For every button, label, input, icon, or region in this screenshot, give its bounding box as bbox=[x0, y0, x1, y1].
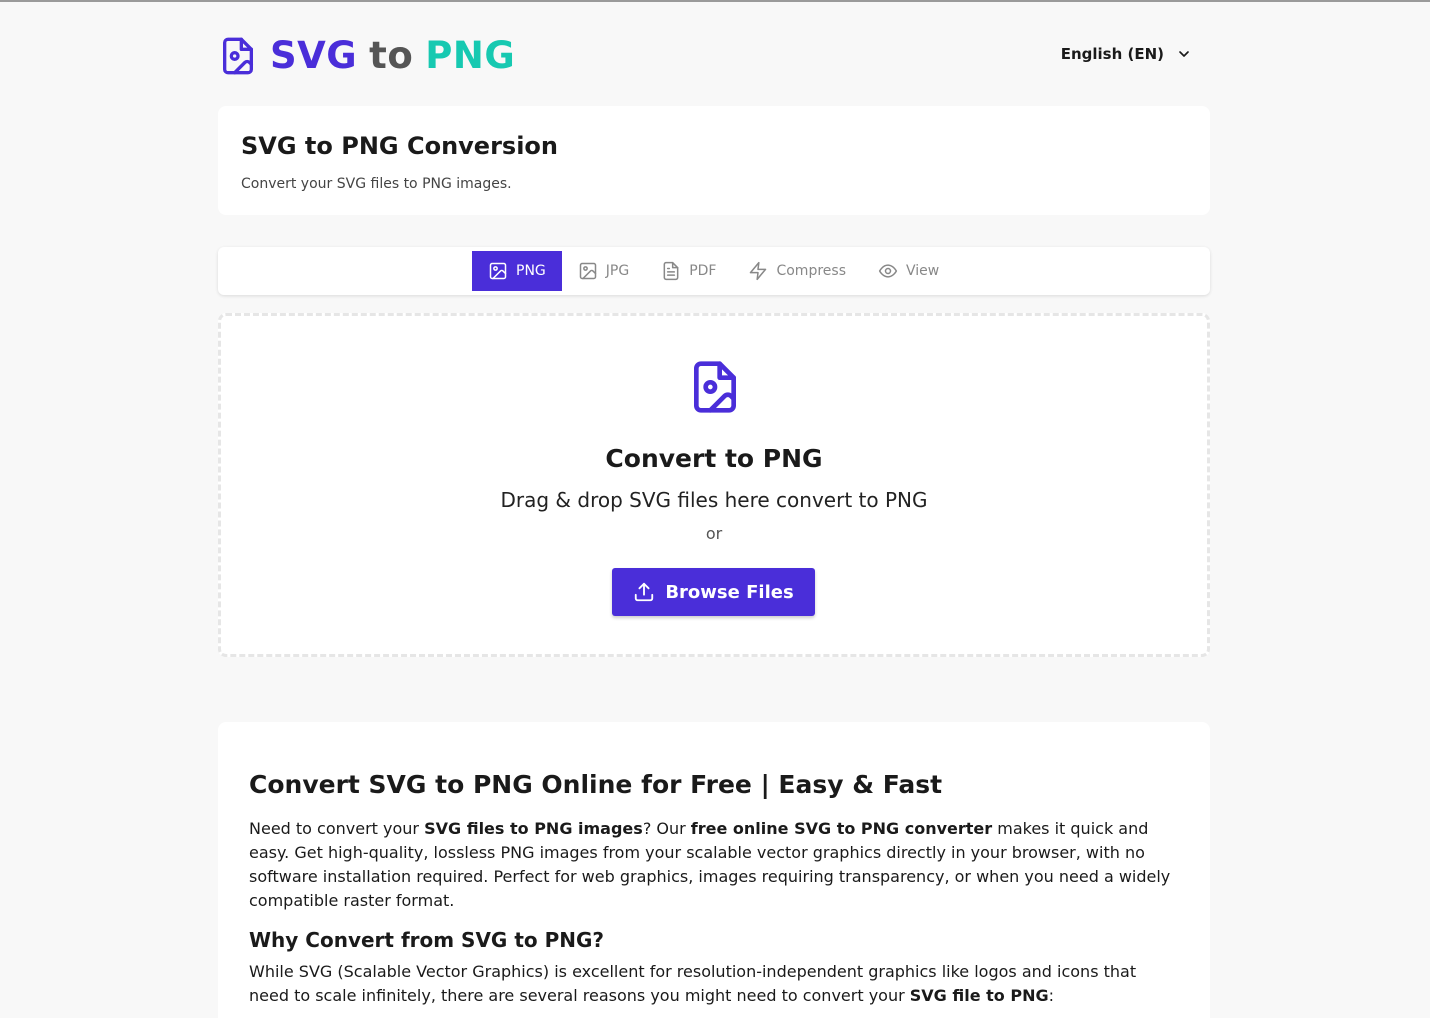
dropzone-hint: Drag & drop SVG files here convert to PN… bbox=[500, 488, 928, 512]
eye-icon bbox=[878, 264, 898, 278]
text-run: Need to convert your bbox=[249, 819, 425, 838]
tab-label: Compress bbox=[776, 263, 846, 279]
file-dropzone[interactable]: Convert to PNG Drag & drop SVG files her… bbox=[218, 313, 1210, 657]
tab-png[interactable]: PNG bbox=[472, 251, 562, 291]
logo-text: SVG to PNG bbox=[270, 34, 515, 77]
page-subtitle: Convert your SVG files to PNG images. bbox=[241, 176, 512, 192]
tab-pdf[interactable]: PDF bbox=[645, 251, 732, 291]
article-section: Convert SVG to PNG Online for Free | Eas… bbox=[218, 722, 1210, 1018]
tab-label: JPG bbox=[605, 263, 630, 279]
logo-text-svg: SVG bbox=[270, 34, 358, 77]
title-card: SVG to PNG Conversion Convert your SVG f… bbox=[218, 106, 1210, 215]
tab-label: PDF bbox=[689, 263, 717, 279]
tab-label: View bbox=[905, 263, 940, 279]
lightning-icon bbox=[750, 261, 767, 281]
dropzone-title: Convert to PNG bbox=[605, 444, 823, 473]
dropzone-or: or bbox=[705, 524, 723, 543]
tab-label: PNG bbox=[516, 263, 546, 279]
chevron-down-icon bbox=[1179, 51, 1189, 57]
document-icon bbox=[663, 261, 679, 281]
text-run: ? Our bbox=[642, 819, 691, 838]
bold-text: free online SVG to PNG converter bbox=[690, 819, 993, 838]
language-label: English (EN) bbox=[1060, 45, 1164, 63]
site-header: SVG to PNG English (EN) bbox=[218, 32, 1210, 82]
file-image-icon bbox=[223, 37, 253, 74]
image-icon bbox=[579, 262, 597, 280]
format-tabs: PNG JPG PDF Compress View bbox=[218, 247, 1210, 295]
bold-text: SVG files to PNG images bbox=[424, 819, 643, 838]
article-paragraph: While SVG (Scalable Vector Graphics) is … bbox=[249, 960, 1179, 1008]
logo-text-to: to bbox=[369, 34, 414, 77]
tab-view[interactable]: View bbox=[862, 251, 955, 291]
text-run: : bbox=[1048, 986, 1054, 1005]
article-heading: Convert SVG to PNG Online for Free | Eas… bbox=[249, 770, 943, 799]
language-selector[interactable]: English (EN) bbox=[1061, 45, 1192, 63]
upload-icon bbox=[635, 582, 654, 602]
browse-files-label: Browse Files bbox=[665, 581, 794, 603]
file-image-icon bbox=[694, 361, 736, 413]
image-icon bbox=[489, 262, 507, 280]
logo-text-png: PNG bbox=[425, 34, 516, 77]
article-paragraph: Need to convert your SVG files to PNG im… bbox=[249, 817, 1179, 913]
page-title: SVG to PNG Conversion bbox=[241, 132, 558, 160]
bold-text: SVG file to PNG bbox=[909, 986, 1049, 1005]
site-logo[interactable]: SVG to PNG bbox=[218, 34, 515, 77]
tab-compress[interactable]: Compress bbox=[732, 251, 862, 291]
article-subheading: Why Convert from SVG to PNG? bbox=[249, 928, 604, 952]
tab-jpg[interactable]: JPG bbox=[562, 251, 645, 291]
browse-files-button[interactable]: Browse Files bbox=[612, 568, 815, 616]
